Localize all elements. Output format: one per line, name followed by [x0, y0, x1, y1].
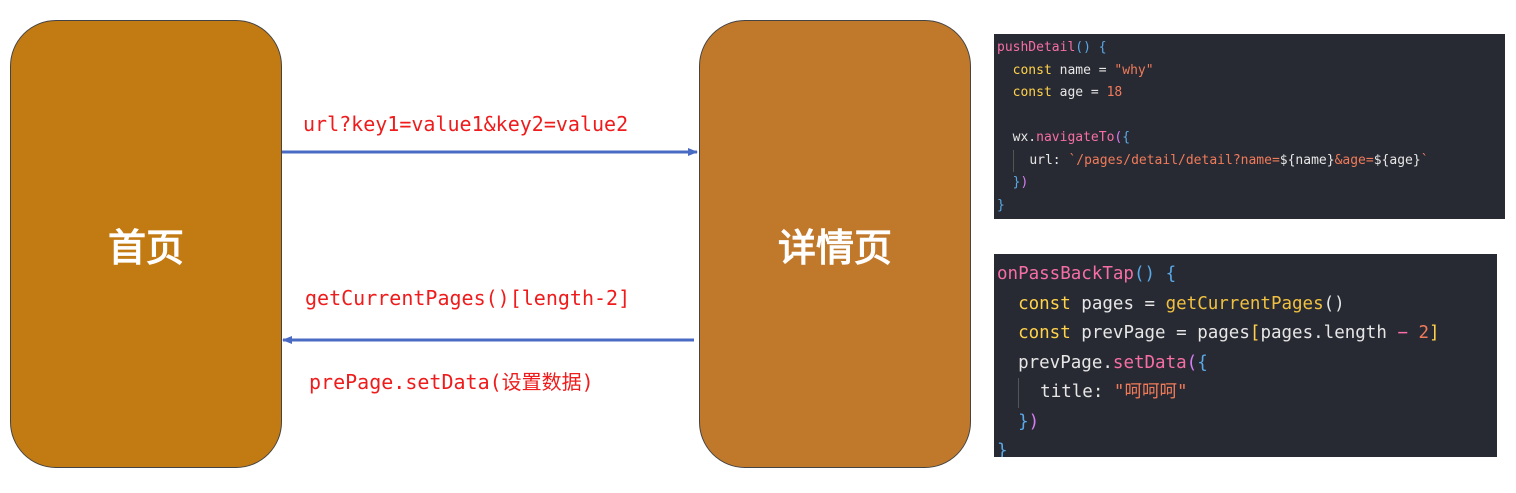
code-line: pushDetail() { — [997, 37, 1505, 60]
code-token: navigateTo — [1036, 130, 1115, 145]
back-edge-label-2: prePage.setData(设置数据) — [309, 370, 594, 394]
code-line: } — [997, 437, 1497, 457]
code-token: const — [1018, 323, 1071, 343]
code-token: ${name} — [1279, 152, 1335, 168]
code-token: `/pages/detail/detail?name= — [1068, 152, 1280, 168]
code-token: ] — [1429, 323, 1440, 343]
code-token: prevPage = pages — [1070, 323, 1250, 343]
code-line: const name = "why" — [997, 60, 1505, 83]
code-panel-pass-back: onPassBackTap() { const pages = getCurre… — [994, 254, 1497, 457]
code-line: } — [997, 195, 1505, 218]
code-token: ${age} — [1373, 152, 1421, 168]
code-token: 2 — [1407, 323, 1430, 343]
code-token: const — [1012, 62, 1052, 78]
code-token: } — [1018, 411, 1029, 432]
code-token: ( — [1186, 352, 1198, 373]
code-token: { — [1122, 130, 1131, 145]
code-token: prevPage. — [1018, 352, 1113, 373]
code-token: setData — [1112, 352, 1187, 373]
code-token: ) — [1028, 411, 1040, 432]
code-line: const age = 18 — [997, 82, 1505, 105]
code-token: [ — [1249, 323, 1261, 343]
code-token: pages = — [1070, 293, 1166, 314]
code-token: } — [997, 197, 1005, 213]
code-token: const — [1018, 293, 1071, 314]
code-token: pages.length — [1260, 323, 1398, 343]
code-token: ` — [1420, 152, 1429, 168]
code-token: onPassBackTap — [997, 264, 1134, 284]
code-line: const prevPage = pages[pages.length − 2] — [997, 319, 1497, 349]
code-token: "why" — [1114, 62, 1154, 78]
code-token: wx. — [1012, 130, 1037, 145]
code-token: url: — [1029, 152, 1069, 168]
code-line: title: "呵呵呵" — [997, 378, 1497, 408]
code-token: "呵呵呵" — [1113, 382, 1188, 402]
code-line: url: `/pages/detail/detail?name=${name}&… — [997, 149, 1505, 172]
code-token: name = — [1051, 62, 1115, 78]
code-line: wx.navigateTo({ — [997, 127, 1505, 150]
code-token: () { — [1133, 264, 1177, 284]
back-edge-label-1: getCurrentPages()[length-2] — [305, 286, 631, 310]
code-token: ) — [1020, 175, 1029, 190]
code-token: 18 — [1106, 85, 1123, 100]
forward-edge-label: url?key1=value1&key2=value2 — [303, 112, 629, 136]
code-token: getCurrentPages — [1165, 293, 1324, 314]
code-token: } — [997, 441, 1008, 457]
code-token: title: — [1040, 382, 1114, 402]
code-token: () { — [1075, 40, 1107, 55]
indent-guide — [1018, 378, 1040, 408]
code-token: pushDetail — [997, 40, 1076, 55]
code-line: onPassBackTap() { — [997, 260, 1497, 290]
code-line: }) — [997, 408, 1497, 438]
code-token: const — [1012, 85, 1052, 100]
indent-guide — [1012, 149, 1030, 172]
code-token: () — [1323, 293, 1345, 314]
code-line: const pages = getCurrentPages() — [997, 290, 1497, 320]
code-panel-push-detail: pushDetail() { const name = "why" const … — [994, 34, 1505, 219]
code-token: − — [1397, 323, 1408, 343]
code-token: &age= — [1334, 152, 1374, 168]
code-line: }) — [997, 172, 1505, 195]
code-token: { — [1197, 352, 1208, 373]
code-line: prevPage.setData({ — [997, 349, 1497, 379]
code-token: age = — [1051, 85, 1107, 100]
